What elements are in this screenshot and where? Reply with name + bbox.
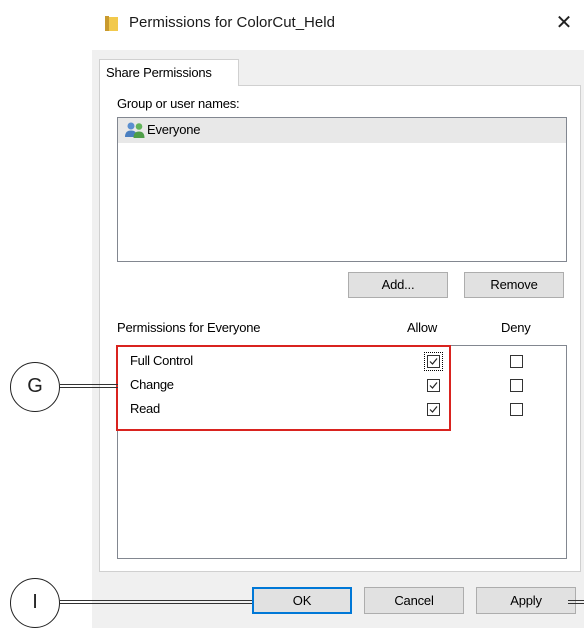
apply-button[interactable]: Apply [476, 587, 576, 614]
callout-i-line [60, 600, 252, 604]
allow-column-header: Allow [407, 320, 438, 335]
add-button[interactable]: Add... [348, 272, 448, 298]
users-icon [125, 122, 145, 138]
permissions-highlight-box [116, 345, 451, 431]
tab-share-permissions[interactable]: Share Permissions [99, 59, 239, 86]
remove-button[interactable]: Remove [464, 272, 564, 298]
window-title: Permissions for ColorCut_Held [129, 14, 335, 31]
cancel-button[interactable]: Cancel [364, 587, 464, 614]
deny-column-header: Deny [501, 320, 531, 335]
callout-i: I [10, 578, 60, 628]
callout-g: G [10, 362, 60, 412]
close-icon[interactable]: ✕ [551, 10, 577, 36]
permissions-dialog: Permissions for ColorCut_Held ✕ Share Pe… [85, 0, 584, 628]
deny-checkbox-change[interactable] [510, 379, 523, 392]
ok-button[interactable]: OK [252, 587, 352, 614]
tab-panel: Group or user names: Everyone Add... Rem… [99, 85, 581, 572]
deny-checkbox-full-control[interactable] [510, 355, 523, 368]
group-names-label: Group or user names: [117, 96, 240, 111]
folder-icon [105, 16, 118, 31]
callout-g-line [60, 384, 118, 388]
dialog-client-area: Share Permissions Group or user names: E… [92, 50, 584, 628]
group-names-list[interactable]: Everyone [117, 117, 567, 262]
permissions-label: Permissions for Everyone [117, 320, 261, 335]
list-item-label: Everyone [147, 122, 201, 137]
callout-i-line-right [568, 600, 584, 604]
list-item-everyone[interactable]: Everyone [118, 118, 566, 143]
title-bar: Permissions for ColorCut_Held ✕ [85, 0, 584, 50]
deny-checkbox-read[interactable] [510, 403, 523, 416]
